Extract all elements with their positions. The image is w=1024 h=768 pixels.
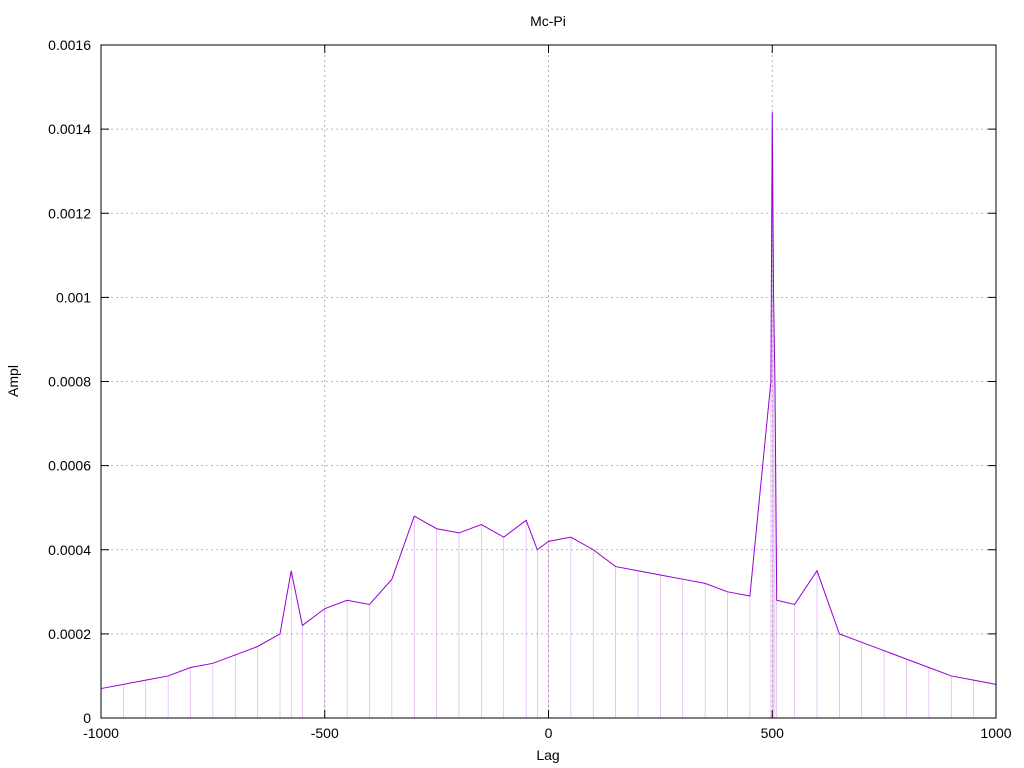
y-tick-label: 0.0006 xyxy=(48,458,91,474)
x-tick-label: -1000 xyxy=(83,725,119,741)
x-tick-label: -500 xyxy=(311,725,339,741)
y-tick-label: 0.0014 xyxy=(48,121,91,137)
y-tick-label: 0.0012 xyxy=(48,205,91,221)
chart: -1000 -500 0 500 1000 0 0.0002 0.0004 0.0006 0.00… xyxy=(5,13,1012,763)
x-axis-title: Lag xyxy=(536,747,559,763)
x-tick-label: 500 xyxy=(761,725,785,741)
y-tick-label: 0.0002 xyxy=(48,626,91,642)
y-tick-label: 0.0004 xyxy=(48,542,91,558)
chart-title: Mc-Pi xyxy=(530,13,566,29)
x-tick-label: 1000 xyxy=(980,725,1011,741)
y-tick-label: 0.0008 xyxy=(48,374,91,390)
y-axis-title: Ampl xyxy=(5,365,21,397)
y-tick-label: 0.0016 xyxy=(48,37,91,53)
x-tick-label: 0 xyxy=(545,725,553,741)
y-tick-label: 0.001 xyxy=(56,289,91,305)
ticks: -1000 -500 0 500 1000 0 0.0002 0.0004 0.0006 0.00… xyxy=(48,37,1012,741)
y-tick-label: 0 xyxy=(83,710,91,726)
